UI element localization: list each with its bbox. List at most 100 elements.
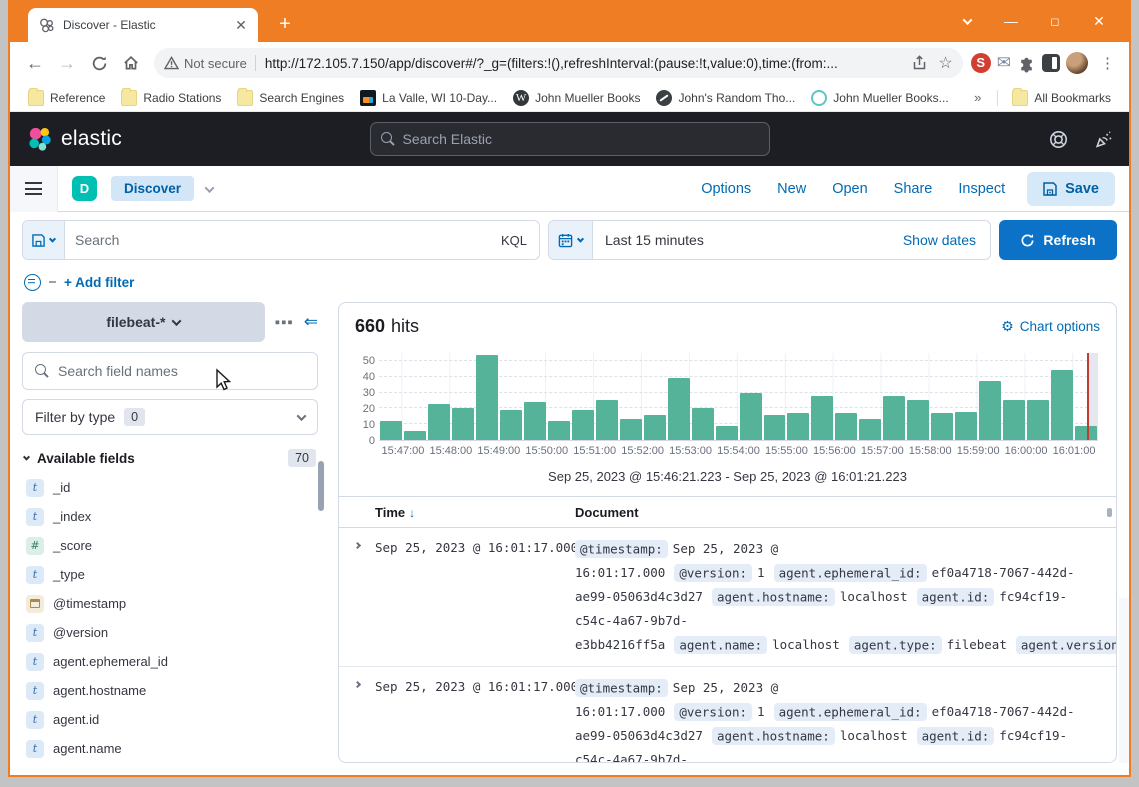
chart-plot-area[interactable] xyxy=(379,353,1098,441)
close-button[interactable]: ✕ xyxy=(1077,6,1121,36)
profile-avatar[interactable] xyxy=(1066,52,1088,74)
extension-mail-icon[interactable]: ✉ xyxy=(997,53,1011,73)
saved-query-menu-button[interactable] xyxy=(23,221,65,259)
filter-icon[interactable] xyxy=(24,274,41,291)
date-quick-menu-button[interactable] xyxy=(549,221,593,259)
bookmark-star-icon[interactable]: ☆ xyxy=(938,53,952,73)
histogram-bar[interactable] xyxy=(692,408,714,440)
histogram-bar[interactable] xyxy=(644,415,666,440)
column-header-time[interactable]: Time↓ xyxy=(375,505,575,520)
add-filter-button[interactable]: + Add filter xyxy=(64,275,134,290)
minimize-button[interactable]: — xyxy=(989,6,1033,36)
index-pattern-switcher[interactable]: filebeat-* xyxy=(22,302,265,342)
extension-sidepanel-icon[interactable] xyxy=(1042,54,1060,72)
home-icon[interactable] xyxy=(116,48,146,78)
field-search-input[interactable]: Search field names xyxy=(22,352,318,390)
breadcrumb[interactable]: Discover xyxy=(111,176,194,201)
time-range-value[interactable]: Last 15 minutes xyxy=(593,221,889,259)
histogram-bar[interactable] xyxy=(764,415,786,440)
histogram-bar[interactable] xyxy=(668,378,690,440)
new-tab-button[interactable]: + xyxy=(272,12,298,38)
histogram-bar[interactable] xyxy=(835,413,857,440)
query-search-input[interactable]: Search xyxy=(65,221,489,259)
extension-s-icon[interactable] xyxy=(971,53,991,73)
chevron-down-icon[interactable] xyxy=(206,180,213,198)
histogram-bar[interactable] xyxy=(1051,370,1073,440)
histogram-bar[interactable] xyxy=(716,426,738,440)
bookmark-item[interactable]: Search Engines xyxy=(231,88,350,108)
histogram-bar[interactable] xyxy=(428,404,450,440)
menu-item-new[interactable]: New xyxy=(777,181,806,197)
bookmarks-overflow-icon[interactable]: » xyxy=(966,90,989,105)
histogram-bar[interactable] xyxy=(907,400,929,440)
table-scrollbar[interactable] xyxy=(1107,508,1112,517)
histogram-bar[interactable] xyxy=(979,381,1001,440)
histogram-bar[interactable] xyxy=(380,421,402,440)
tab-close-icon[interactable]: ✕ xyxy=(232,16,250,34)
field-list-item[interactable]: #_score xyxy=(22,531,318,560)
menu-item-open[interactable]: Open xyxy=(832,181,867,197)
field-list-item[interactable]: t_id xyxy=(22,473,318,502)
field-list-item[interactable]: t_index xyxy=(22,502,318,531)
field-list-item[interactable]: t@version xyxy=(22,618,318,647)
field-list-item[interactable]: tagent.ephemeral_id xyxy=(22,647,318,676)
collapse-sidebar-icon[interactable]: ⇐ xyxy=(304,312,318,332)
bookmark-item[interactable]: La Valle, WI 10-Day... xyxy=(354,88,503,108)
forward-icon[interactable]: → xyxy=(52,48,82,78)
tab-search-icon[interactable] xyxy=(945,6,989,36)
histogram-bar[interactable] xyxy=(572,410,594,440)
histogram-bar[interactable] xyxy=(620,419,642,440)
bookmark-item[interactable]: Radio Stations xyxy=(115,88,227,108)
maximize-button[interactable]: ◻ xyxy=(1033,6,1077,36)
share-icon[interactable] xyxy=(911,55,928,71)
space-badge[interactable]: D xyxy=(72,176,97,201)
sort-descending-icon[interactable]: ↓ xyxy=(409,506,415,520)
histogram-bar[interactable] xyxy=(1027,400,1049,440)
back-icon[interactable]: ← xyxy=(20,48,50,78)
save-button[interactable]: Save xyxy=(1027,172,1115,206)
query-language-button[interactable]: KQL xyxy=(489,221,539,259)
field-list-item[interactable]: t_type xyxy=(22,560,318,589)
histogram-bar[interactable] xyxy=(500,410,522,440)
news-party-icon[interactable] xyxy=(1094,130,1113,149)
global-search-input[interactable]: Search Elastic xyxy=(370,122,770,156)
histogram-bar[interactable] xyxy=(787,413,809,440)
histogram-bar[interactable] xyxy=(452,408,474,440)
all-bookmarks-button[interactable]: All Bookmarks xyxy=(1006,88,1117,108)
field-list-item[interactable]: @timestamp xyxy=(22,589,318,618)
histogram-bar[interactable] xyxy=(883,396,905,440)
field-list-item[interactable]: tagent.id xyxy=(22,705,318,734)
bookmark-item[interactable]: Reference xyxy=(22,88,111,108)
menu-item-inspect[interactable]: Inspect xyxy=(958,181,1005,197)
histogram-bar[interactable] xyxy=(955,412,977,440)
extensions-puzzle-icon[interactable] xyxy=(1017,54,1036,73)
histogram-bar[interactable] xyxy=(1003,400,1025,440)
filter-by-type-select[interactable]: Filter by type 0 xyxy=(22,399,318,435)
bookmark-item[interactable]: John Mueller Books xyxy=(507,88,646,108)
field-list-item[interactable]: tagent.name xyxy=(22,734,318,763)
expand-row-icon[interactable] xyxy=(339,537,375,657)
menu-item-share[interactable]: Share xyxy=(894,181,933,197)
refresh-button[interactable]: Refresh xyxy=(999,220,1117,260)
chart-options-button[interactable]: ⚙ Chart options xyxy=(1001,319,1100,335)
histogram-bar[interactable] xyxy=(596,400,618,440)
histogram-bar[interactable] xyxy=(859,419,881,440)
main-menu-button[interactable] xyxy=(10,166,58,212)
address-bar[interactable]: Not secure http://172.105.7.150/app/disc… xyxy=(154,48,963,78)
field-options-icon[interactable]: ▪▪▪ xyxy=(275,314,294,331)
field-list-item[interactable]: tagent.hostname xyxy=(22,676,318,705)
menu-item-options[interactable]: Options xyxy=(701,181,751,197)
histogram-bar[interactable] xyxy=(476,355,498,440)
bookmark-item[interactable]: John Mueller Books... xyxy=(805,88,954,108)
chrome-menu-icon[interactable]: ⋮ xyxy=(1094,54,1119,72)
help-icon[interactable] xyxy=(1049,130,1068,149)
sidebar-scrollbar[interactable] xyxy=(318,461,324,511)
bookmark-item[interactable]: John's Random Tho... xyxy=(650,88,801,108)
available-fields-header[interactable]: Available fields 70 xyxy=(22,447,318,473)
histogram-bar[interactable] xyxy=(931,413,953,440)
histogram-bar[interactable] xyxy=(524,402,546,440)
histogram-bar[interactable] xyxy=(404,431,426,440)
histogram-bar[interactable] xyxy=(740,393,762,440)
histogram-bar[interactable] xyxy=(548,421,570,440)
column-header-document[interactable]: Document xyxy=(575,505,1102,520)
